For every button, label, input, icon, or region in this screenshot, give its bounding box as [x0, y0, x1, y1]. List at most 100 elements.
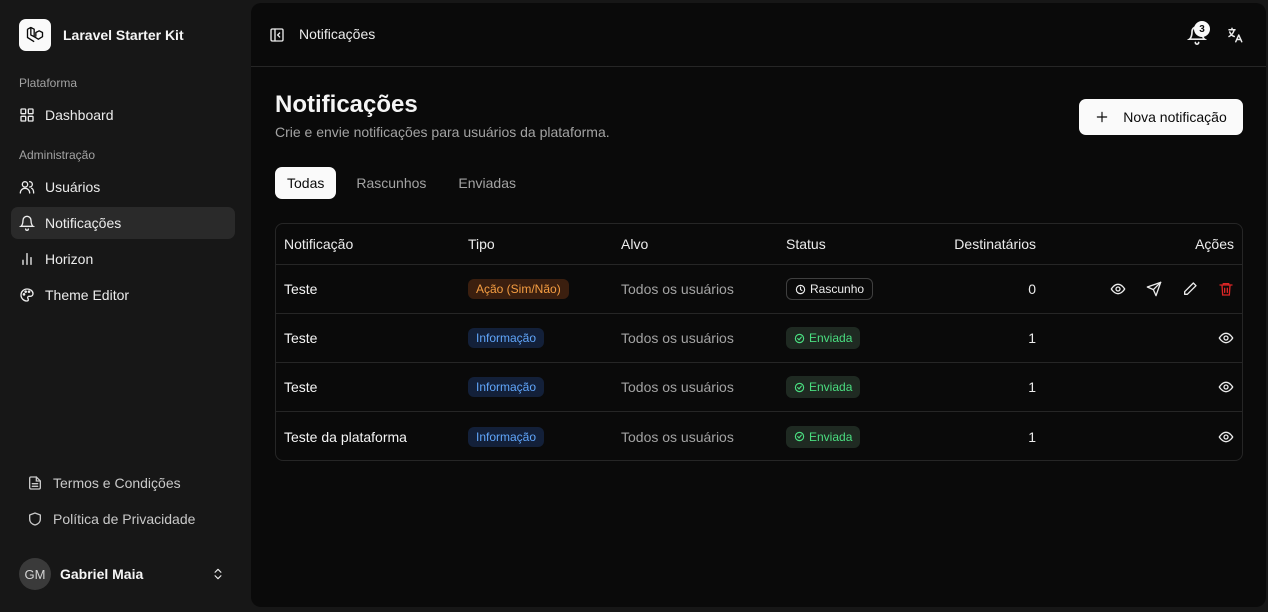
row-actions: [1218, 363, 1234, 411]
footer-link-label: Termos e Condições: [53, 475, 181, 491]
sidebar-item-dashboard[interactable]: Dashboard: [11, 99, 235, 131]
brand[interactable]: Laravel Starter Kit: [19, 19, 184, 51]
notifications-table: Notificação Tipo Alvo Status Destinatári…: [275, 223, 1243, 461]
header-notificacao: Notificação: [284, 236, 354, 252]
trash-icon[interactable]: [1218, 281, 1234, 297]
header-acoes: Ações: [1195, 236, 1234, 252]
nav-group-label-administracao: Administração: [19, 148, 96, 162]
status-badge: Enviada: [786, 425, 861, 448]
status-badge: Enviada: [786, 376, 861, 398]
shield-icon: [29, 512, 41, 526]
header-destinatarios: Destinatários: [954, 236, 1036, 252]
type-badge: Ação (Sim/Não): [468, 279, 569, 299]
sidebar-item-horizon[interactable]: Horizon: [11, 243, 235, 275]
users-icon: [19, 181, 35, 194]
status-label: Rascunho: [810, 282, 865, 296]
tab-rascunhos[interactable]: Rascunhos: [344, 167, 438, 199]
sidebar-item-label: Theme Editor: [45, 287, 130, 303]
status-label: Enviada: [809, 429, 853, 444]
eye-icon[interactable]: [1218, 330, 1234, 346]
tab-todas[interactable]: Todas: [275, 167, 337, 199]
table-row: Teste Informação Todos os usuários Envia…: [276, 314, 1242, 363]
recipients-count: 0: [1028, 281, 1036, 297]
table-row: Teste Informação Todos os usuários Envia…: [276, 363, 1242, 412]
type-badge: Informação: [468, 377, 545, 397]
layout-grid-icon: [20, 108, 34, 122]
check-circle-icon: [794, 333, 805, 343]
eye-icon[interactable]: [1218, 379, 1234, 395]
new-notification-button[interactable]: Nova notificação: [1079, 99, 1243, 135]
row-actions: [1110, 265, 1234, 313]
sidebar-item-label: Horizon: [45, 251, 94, 267]
status-badge: Enviada: [786, 327, 861, 349]
new-notification-label: Nova notificação: [1123, 109, 1227, 125]
eye-icon[interactable]: [1110, 281, 1126, 297]
header-alvo: Alvo: [621, 236, 649, 252]
notification-name: Teste da plataforma: [284, 428, 407, 445]
pencil-icon[interactable]: [1182, 281, 1198, 297]
table-row: Teste da plataforma Informação Todos os …: [276, 412, 1242, 460]
notification-name: Teste: [284, 281, 318, 297]
target-cell: Todos os usuários: [621, 281, 734, 297]
laravel-logo-icon: [19, 19, 51, 51]
page-subtitle: Crie e envie notificações para usuários …: [275, 124, 610, 140]
row-actions: [1218, 314, 1234, 362]
footer-link-termos[interactable]: Termos e Condições: [19, 467, 235, 499]
notification-count-badge: 3: [1194, 21, 1210, 37]
topbar: Notificações 3: [251, 3, 1266, 67]
target-cell: Todos os usuários: [621, 330, 734, 346]
table-header: Notificação Tipo Alvo Status Destinatári…: [276, 224, 1242, 265]
tab-enviadas[interactable]: Enviadas: [446, 167, 528, 199]
bar-chart-icon: [22, 253, 32, 265]
eye-icon[interactable]: [1218, 429, 1234, 445]
sidebar-item-usuarios[interactable]: Usuários: [11, 171, 235, 203]
header-tipo: Tipo: [468, 236, 495, 252]
type-cell: Informação: [468, 363, 545, 411]
main-panel: Notificações 3 Notificações Crie e envie…: [251, 3, 1266, 607]
bell-icon: [19, 215, 35, 231]
type-badge: Informação: [468, 328, 545, 348]
recipients-count: 1: [1028, 330, 1036, 346]
plus-icon: [1096, 111, 1108, 123]
check-circle-icon: [794, 382, 805, 392]
sidebar-item-label: Notificações: [45, 215, 122, 231]
table-row: Teste Ação (Sim/Não) Todos os usuários R…: [276, 265, 1242, 314]
file-text-icon: [29, 476, 41, 490]
avatar: GM: [19, 558, 51, 590]
tabs: Todas Rascunhos Enviadas: [275, 167, 536, 199]
user-name: Gabriel Maia: [60, 566, 144, 582]
notification-name: Teste: [284, 330, 318, 346]
nav-group-label-plataforma: Plataforma: [19, 76, 78, 90]
brand-name: Laravel Starter Kit: [63, 27, 184, 43]
target-cell: Todos os usuários: [621, 428, 734, 445]
row-actions: [1218, 412, 1234, 460]
type-cell: Informação: [468, 314, 545, 362]
status-label: Enviada: [809, 380, 853, 394]
recipients-count: 1: [1028, 379, 1036, 395]
recipients-count: 1: [1028, 428, 1036, 445]
status-cell: Enviada: [786, 314, 861, 362]
type-cell: Ação (Sim/Não): [468, 265, 569, 313]
breadcrumb: Notificações: [299, 26, 376, 42]
sidebar-item-theme-editor[interactable]: Theme Editor: [11, 279, 235, 311]
chevrons-up-down-icon: [214, 568, 222, 580]
send-icon[interactable]: [1146, 281, 1162, 297]
sidebar-toggle-icon[interactable]: [269, 27, 285, 43]
language-icon[interactable]: [1226, 26, 1244, 44]
status-cell: Enviada: [786, 412, 861, 460]
type-cell: Informação: [468, 412, 545, 460]
footer-link-label: Política de Privacidade: [53, 511, 196, 527]
sidebar-item-label: Usuários: [45, 179, 101, 195]
check-circle-icon: [794, 431, 805, 442]
footer-link-privacidade[interactable]: Política de Privacidade: [19, 503, 235, 535]
clock-icon: [795, 284, 806, 294]
palette-icon: [20, 288, 34, 302]
notification-name: Teste: [284, 379, 318, 395]
status-label: Enviada: [809, 331, 853, 345]
target-cell: Todos os usuários: [621, 379, 734, 395]
user-menu[interactable]: GM Gabriel Maia: [11, 555, 235, 593]
status-cell: Enviada: [786, 363, 861, 411]
status-cell: Rascunho: [786, 265, 874, 313]
status-badge: Rascunho: [786, 278, 874, 300]
sidebar-item-notificacoes[interactable]: Notificações: [11, 207, 235, 239]
